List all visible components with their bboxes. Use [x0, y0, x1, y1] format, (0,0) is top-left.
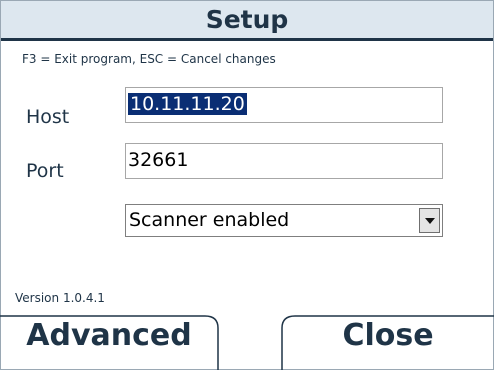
host-label: Host [26, 106, 70, 128]
advanced-button[interactable]: Advanced [0, 318, 218, 353]
scanner-select[interactable]: Scanner enabled [125, 204, 443, 237]
version-label: Version 1.0.4.1 [15, 291, 105, 305]
keyboard-hint: F3 = Exit program, ESC = Cancel changes [22, 52, 276, 66]
page-title: Setup [1, 1, 493, 38]
softkey-bar: Advanced Close [0, 306, 494, 370]
close-button[interactable]: Close [282, 318, 494, 353]
port-label: Port [26, 160, 64, 182]
host-value: 10.11.11.20 [128, 93, 247, 115]
chevron-down-icon[interactable] [419, 208, 440, 233]
title-divider [1, 38, 493, 41]
port-value: 32661 [128, 149, 189, 171]
host-input[interactable]: 10.11.11.20 [125, 87, 443, 123]
scanner-select-value: Scanner enabled [129, 209, 290, 231]
port-input[interactable]: 32661 [125, 143, 443, 179]
